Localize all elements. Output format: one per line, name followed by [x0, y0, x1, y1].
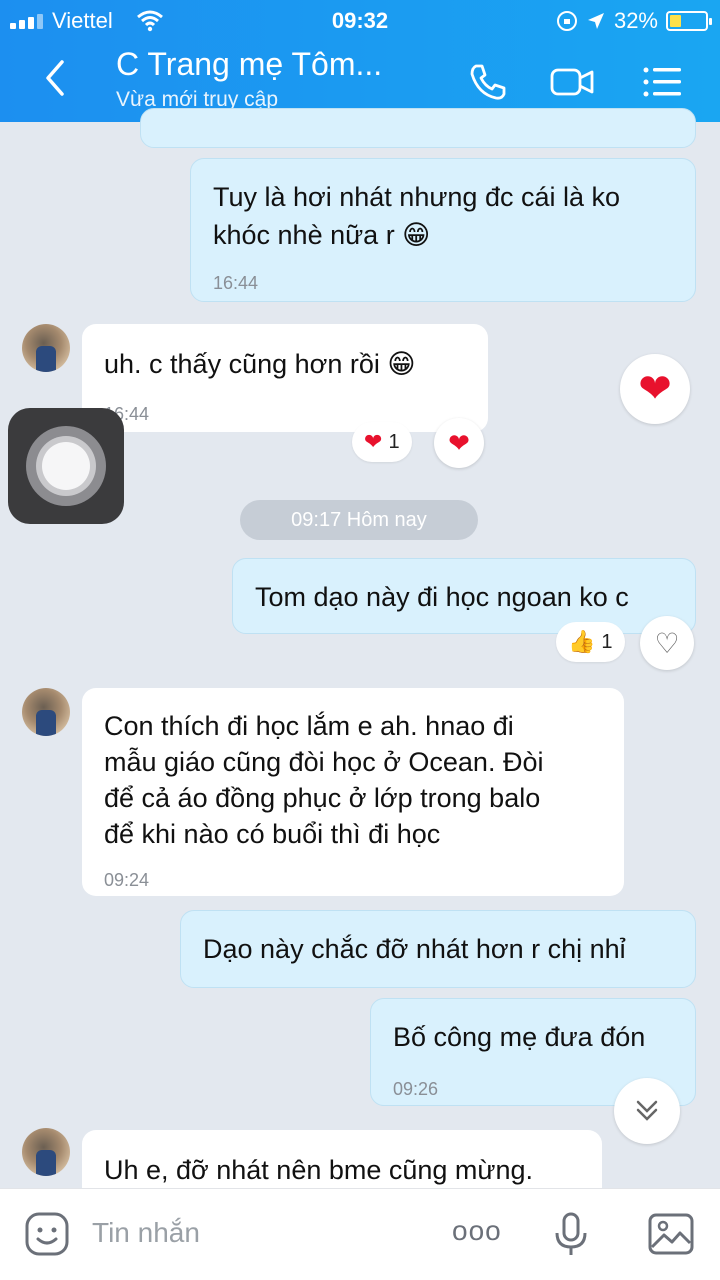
message-bubble[interactable]: Uh e, đỡ nhát nên bme cũng mừng. — [82, 1130, 602, 1190]
status-bar: Viettel 09:32 32% — [0, 6, 720, 36]
react-button[interactable]: ♡ — [640, 616, 694, 670]
message-text: để cả áo đồng phục ở lớp trong balo — [104, 783, 541, 813]
thumbs-up-icon: 👍 — [568, 629, 596, 654]
message-text: để khi nào có buổi thì đi học — [104, 819, 441, 849]
message-text: Tuy là hơi nhát nhưng đc cái là ko — [213, 182, 621, 212]
image-icon[interactable] — [646, 1209, 696, 1259]
heart-icon: ❤ — [364, 429, 383, 454]
menu-icon[interactable] — [638, 58, 686, 106]
message-bubble[interactable]: Tuy là hơi nhát nhưng đc cái là ko khóc … — [190, 158, 696, 302]
orientation-lock-icon — [556, 11, 577, 31]
message-text: khóc nhè nữa r 😁 — [213, 220, 431, 250]
message-bubble-partial[interactable] — [140, 108, 696, 148]
message-time: 16:44 — [213, 273, 259, 293]
message-time: 09:26 — [393, 1079, 439, 1099]
sticker-icon[interactable] — [22, 1209, 72, 1259]
assistive-touch-button[interactable] — [8, 408, 124, 524]
message-text: Con thích đi học lắm e ah. hnao đi — [104, 711, 514, 741]
heart-icon: ❤ — [448, 427, 470, 458]
message-bubble[interactable]: Tom dạo này đi học ngoan ko c — [232, 558, 696, 634]
location-icon — [587, 13, 604, 29]
scroll-down-icon — [636, 1100, 658, 1121]
avatar[interactable] — [22, 1128, 70, 1176]
react-button[interactable]: ❤ — [434, 418, 484, 468]
back-arrow-icon[interactable] — [40, 58, 80, 108]
quick-heart-button[interactable]: ❤ — [620, 354, 690, 424]
message-text: Bố công mẹ đưa đón — [393, 1022, 646, 1052]
message-input[interactable]: Tin nhắn — [92, 1217, 200, 1249]
message-time: 09:24 — [104, 870, 150, 890]
avatar[interactable] — [22, 324, 70, 372]
phone-icon[interactable] — [464, 58, 512, 106]
more-options-icon[interactable]: ooo — [452, 1215, 502, 1247]
chat-header: Viettel 09:32 32% C Trang mẹ Tôm... Vừa … — [0, 0, 720, 122]
date-divider: 09:17 Hôm nay — [240, 500, 478, 540]
reaction-count: 1 — [601, 630, 613, 653]
heart-outline-icon: ♡ — [654, 627, 680, 659]
message-text: Dạo này chắc đỡ nhát hơn r chị nhỉ — [203, 934, 626, 964]
scroll-down-button[interactable] — [614, 1078, 680, 1144]
battery-icon — [666, 11, 712, 31]
video-icon[interactable] — [548, 58, 596, 106]
message-text: Uh e, đỡ nhát nên bme cũng mừng. — [104, 1155, 534, 1185]
message-bubble[interactable]: Con thích đi học lắm e ah. hnao đi mẫu g… — [82, 688, 624, 896]
avatar[interactable] — [22, 688, 70, 736]
message-composer: Tin nhắn ooo — [0, 1188, 720, 1280]
microphone-icon[interactable] — [546, 1209, 596, 1259]
reaction-summary[interactable]: ❤ 1 — [352, 422, 412, 462]
message-bubble[interactable]: uh. c thấy cũng hơn rồi 😁 16:44 — [82, 324, 488, 432]
contact-name[interactable]: C Trang mẹ Tôm... — [116, 46, 382, 83]
battery-percent: 32% — [613, 8, 658, 33]
message-text: Tom dạo này đi học ngoan ko c — [255, 582, 629, 612]
heart-icon: ❤ — [638, 367, 672, 411]
message-text: mẫu giáo cũng đòi học ở Ocean. Đòi — [104, 747, 544, 777]
message-bubble[interactable]: Dạo này chắc đỡ nhát hơn r chị nhỉ — [180, 910, 696, 988]
message-text: uh. c thấy cũng hơn rồi 😁 — [104, 349, 416, 379]
reaction-summary[interactable]: 👍 1 — [556, 622, 625, 662]
reaction-count: 1 — [388, 430, 400, 453]
